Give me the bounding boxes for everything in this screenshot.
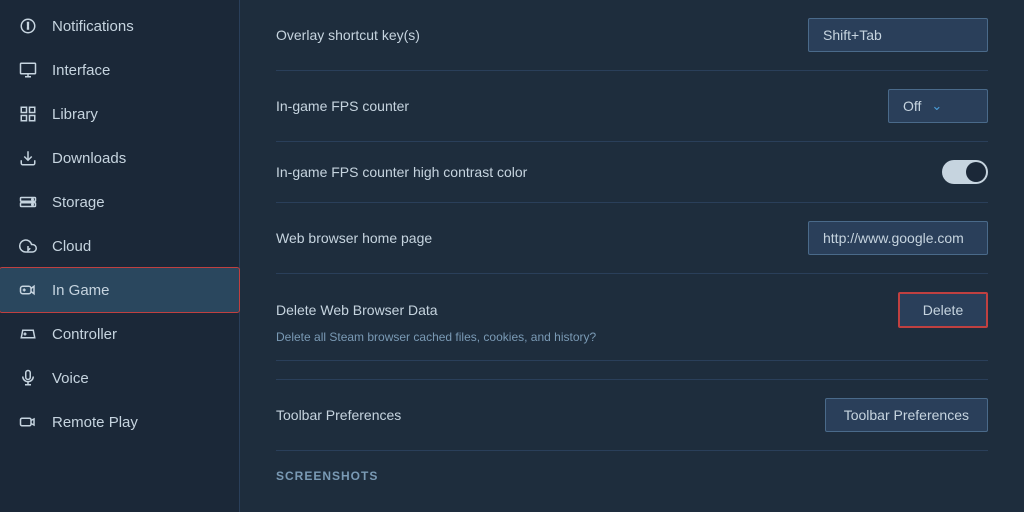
remoteplay-icon	[18, 412, 38, 432]
overlay-shortcut-label: Overlay shortcut key(s)	[276, 27, 808, 43]
delete-button[interactable]: Delete	[898, 292, 988, 328]
delete-web-row: Delete Web Browser Data Delete	[276, 292, 988, 328]
sidebar-item-label: In Game	[52, 282, 110, 299]
fps-counter-value: Off	[903, 98, 921, 114]
fps-high-contrast-toggle[interactable]	[942, 160, 988, 184]
toolbar-prefs-button[interactable]: Toolbar Preferences	[825, 398, 988, 432]
sidebar-item-controller[interactable]: Controller	[0, 312, 239, 356]
sidebar-item-library[interactable]: Library	[0, 92, 239, 136]
chevron-down-icon: ⌄	[931, 98, 942, 114]
delete-web-browser-sub: Delete all Steam browser cached files, c…	[276, 330, 596, 354]
sidebar-item-voice[interactable]: Voice	[0, 356, 239, 400]
sidebar-item-label: Interface	[52, 62, 110, 79]
toolbar-prefs-label: Toolbar Preferences	[276, 407, 825, 423]
fps-high-contrast-control[interactable]	[942, 160, 988, 184]
sidebar-item-notifications[interactable]: ! Notifications	[0, 4, 239, 48]
sidebar-item-storage[interactable]: Storage	[0, 180, 239, 224]
overlay-shortcut-value[interactable]: Shift+Tab	[808, 18, 988, 52]
setting-web-browser-home: Web browser home page http://www.google.…	[276, 203, 988, 274]
storage-icon	[18, 192, 38, 212]
web-browser-home-value[interactable]: http://www.google.com	[808, 221, 988, 255]
fps-high-contrast-label: In-game FPS counter high contrast color	[276, 164, 942, 180]
fps-counter-control[interactable]: Off ⌄	[888, 89, 988, 123]
setting-delete-web-browser: Delete Web Browser Data Delete Delete al…	[276, 274, 988, 380]
sidebar-item-downloads[interactable]: Downloads	[0, 136, 239, 180]
delete-web-browser-label: Delete Web Browser Data	[276, 302, 898, 318]
gamepad-icon	[18, 280, 38, 300]
sidebar-item-label: Voice	[52, 370, 89, 387]
delete-web-browser-control: Delete	[898, 292, 988, 328]
sidebar: ! Notifications Interface Library	[0, 0, 240, 512]
mic-icon	[18, 368, 38, 388]
grid-icon	[18, 104, 38, 124]
web-browser-home-label: Web browser home page	[276, 230, 808, 246]
sidebar-item-label: Downloads	[52, 150, 126, 167]
monitor-icon	[18, 60, 38, 80]
cloud-icon	[18, 236, 38, 256]
main-content: Overlay shortcut key(s) Shift+Tab In-gam…	[240, 0, 1024, 512]
sidebar-item-label: Controller	[52, 326, 117, 343]
setting-fps-counter: In-game FPS counter Off ⌄	[276, 71, 988, 142]
fps-counter-dropdown[interactable]: Off ⌄	[888, 89, 988, 123]
sidebar-item-interface[interactable]: Interface	[0, 48, 239, 92]
screenshots-section-header: SCREENSHOTS	[276, 451, 988, 487]
download-icon	[18, 148, 38, 168]
setting-overlay-shortcut: Overlay shortcut key(s) Shift+Tab	[276, 0, 988, 71]
sidebar-item-remoteplay[interactable]: Remote Play	[0, 400, 239, 444]
sidebar-item-cloud[interactable]: Cloud	[0, 224, 239, 268]
setting-toolbar-prefs: Toolbar Preferences Toolbar Preferences	[276, 380, 988, 451]
toolbar-prefs-control: Toolbar Preferences	[825, 398, 988, 432]
bell-icon: !	[18, 16, 38, 36]
web-browser-home-control: http://www.google.com	[808, 221, 988, 255]
sidebar-item-label: Storage	[52, 194, 105, 211]
sidebar-item-label: Notifications	[52, 18, 134, 35]
svg-text:!: !	[27, 21, 30, 31]
sidebar-item-label: Cloud	[52, 238, 91, 255]
overlay-shortcut-control: Shift+Tab	[808, 18, 988, 52]
fps-counter-label: In-game FPS counter	[276, 98, 888, 114]
controller-icon	[18, 324, 38, 344]
delete-web-browser-desc: Delete all Steam browser cached files, c…	[276, 328, 988, 361]
toggle-knob	[966, 162, 986, 182]
sidebar-item-label: Library	[52, 106, 98, 123]
sidebar-item-ingame[interactable]: In Game	[0, 268, 239, 312]
setting-fps-high-contrast: In-game FPS counter high contrast color	[276, 142, 988, 203]
sidebar-item-label: Remote Play	[52, 414, 138, 431]
